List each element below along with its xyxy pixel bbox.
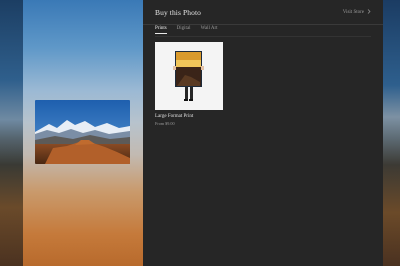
- tabs-divider: [155, 36, 371, 37]
- photo-thumbnail: [35, 100, 130, 164]
- product-price: From $9.00: [155, 121, 175, 126]
- purchase-type-tabs: Prints Digital Wall Art: [155, 26, 218, 34]
- tab-digital[interactable]: Digital: [177, 26, 191, 34]
- visit-store-label: Visit Store: [342, 10, 364, 15]
- background-photo-right-edge: [382, 0, 400, 266]
- product-preview-image: [155, 42, 223, 110]
- tab-wall-art[interactable]: Wall Art: [201, 26, 218, 34]
- tab-prints[interactable]: Prints: [155, 26, 167, 34]
- product-card[interactable]: Large Format Print From $9.00: [155, 42, 223, 126]
- panel-header: Buy this Photo Visit Store: [143, 0, 383, 25]
- buy-photo-panel: Buy this Photo Visit Store Prints Digita…: [143, 0, 383, 266]
- product-name: Large Format Print: [155, 114, 194, 119]
- chevron-right-icon: [367, 9, 371, 16]
- panel-title: Buy this Photo: [155, 8, 201, 17]
- visit-store-link[interactable]: Visit Store: [343, 9, 371, 16]
- background-photo-left-edge: [0, 0, 23, 266]
